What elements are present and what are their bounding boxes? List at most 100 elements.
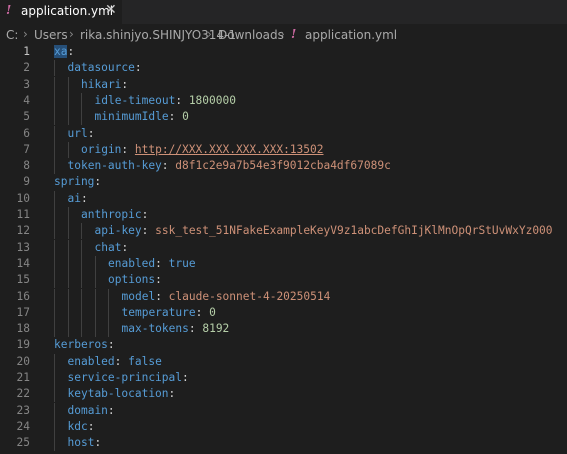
yaml-key: anthropic [81, 208, 142, 221]
yaml-separator: : [155, 256, 169, 270]
line-number: 20 [16, 354, 30, 368]
code-line[interactable]: 19 kerberos: [0, 337, 567, 353]
indent-guide [67, 141, 69, 158]
indent-guide [94, 255, 96, 272]
code-line[interactable]: 7 origin: http://XXX.XXX.XXX.XXX:13502 [0, 141, 567, 158]
close-icon[interactable]: ✕ [105, 2, 117, 18]
code-line[interactable]: 3 hikari: [0, 76, 567, 93]
yaml-separator: : [87, 419, 95, 433]
code-line[interactable]: 4 idle-timeout: 1800000 [0, 92, 567, 109]
indent-guide [54, 223, 55, 240]
indent-guide [54, 321, 55, 338]
code-text: anthropic: [81, 208, 148, 221]
yaml-separator: : [195, 305, 210, 319]
code-line[interactable]: 6 url: [0, 125, 567, 142]
code-line[interactable]: 21 service-principal: [0, 370, 567, 386]
breadcrumb-item-file[interactable]: application.yml [305, 28, 397, 42]
code-text: api-key: ssk_test_51NFakeExampleKeyV9z1a… [95, 224, 553, 237]
line-number: 24 [16, 419, 30, 433]
yaml-value: 0 [182, 110, 189, 124]
indent-guide [108, 321, 109, 338]
indent-guide [54, 402, 55, 419]
code-line[interactable]: 14 enabled: true [0, 255, 567, 272]
breadcrumb-item-user[interactable]: rika.shinjyo.SHINJYO314-1 [80, 28, 236, 42]
line-number: 4 [23, 93, 30, 107]
yaml-key: kerberos [54, 338, 108, 352]
line-number: 12 [16, 224, 30, 238]
code-line[interactable]: 11 anthropic: [0, 207, 567, 223]
breadcrumb-item-users[interactable]: Users [34, 28, 68, 42]
yaml-key: domain [67, 403, 108, 417]
code-line[interactable]: 9 spring: [0, 174, 567, 190]
breadcrumb-item-downloads[interactable]: Downloads [218, 28, 284, 42]
line-number: 5 [23, 110, 30, 124]
tab-bar: ! application.yml ✕ [0, 0, 567, 24]
indent-guide [54, 125, 55, 142]
yaml-separator: : [141, 224, 156, 238]
yaml-key: options [108, 273, 156, 287]
code-line[interactable]: 2 datasource: [0, 60, 567, 77]
code-line[interactable]: 10 ai: [0, 190, 567, 207]
code-editor[interactable]: 1 xa: 2 datasource: 3 hikari: 4 idle-timeout: 1… [0, 44, 567, 454]
line-number: 15 [16, 273, 30, 287]
yaml-value-link[interactable]: http://XXX.XXX.XXX.XXX:13502 [135, 143, 324, 156]
indent-guide [54, 255, 55, 272]
code-line[interactable]: 8 token-auth-key: d8f1c2e9a7b54e3f9012cba… [0, 158, 567, 175]
yaml-value: claude-sonnet-4-20250514 [168, 289, 331, 303]
yaml-key: service-principal [67, 371, 183, 384]
code-line[interactable]: 1 xa: [0, 44, 567, 60]
code-text: max-tokens: 8192 [122, 322, 230, 335]
indent-guide [54, 239, 55, 256]
code-line[interactable]: 22 keytab-location: [0, 386, 567, 403]
yaml-key: idle-timeout [94, 93, 176, 107]
code-line[interactable]: 15 options: [0, 272, 567, 289]
yaml-separator: : [182, 371, 189, 384]
indent-guide [54, 304, 55, 321]
indent-guide [67, 239, 69, 256]
indent-guide [108, 288, 109, 305]
code-line[interactable]: 20 enabled: false [0, 353, 567, 370]
yaml-separator: : [87, 126, 95, 140]
code-text: datasource: [68, 61, 142, 74]
yaml-icon: ! [291, 27, 297, 41]
code-line[interactable]: 23 domain: [0, 402, 567, 419]
chevron-right-icon: › [207, 27, 212, 41]
code-text: chat: [95, 241, 129, 254]
code-line[interactable]: 25 host: [0, 435, 567, 452]
code-line[interactable]: 18 max-tokens: 8192 [0, 321, 567, 338]
line-number: 1 [23, 45, 30, 58]
line-number: 23 [16, 403, 30, 417]
code-text: idle-timeout: 1800000 [95, 94, 236, 107]
indent-guide [67, 255, 69, 272]
yaml-key: minimumIdle [94, 110, 169, 124]
code-line[interactable]: 13 chat: [0, 239, 567, 256]
code-text: enabled: true [108, 257, 196, 270]
yaml-key: enabled [67, 354, 115, 368]
code-line[interactable]: 5 minimumIdle: 0 [0, 109, 567, 126]
yaml-key: xa [54, 45, 68, 58]
code-line[interactable]: 24 kdc: [0, 418, 567, 435]
code-text: kdc: [68, 420, 95, 433]
indent-guide [67, 223, 69, 240]
line-number: 8 [23, 159, 30, 173]
code-text: options: [108, 273, 162, 286]
indent-guide [54, 370, 55, 386]
chevron-right-icon: › [280, 27, 285, 41]
code-text: temperature: 0 [122, 306, 216, 319]
indent-guide [81, 288, 82, 305]
code-text: host: [68, 436, 102, 449]
code-text: xa: [54, 45, 74, 58]
yaml-value: 0 [209, 305, 216, 319]
indent-guide [94, 321, 96, 338]
line-number: 25 [16, 436, 30, 450]
code-line[interactable]: 17 temperature: 0 [0, 304, 567, 321]
yaml-key: api-key [94, 224, 142, 238]
code-line[interactable]: 16 model: claude-sonnet-4-20250514 [0, 288, 567, 305]
code-text: enabled: false [68, 355, 162, 368]
yaml-separator: : [80, 191, 88, 205]
yaml-key: keytab-location [67, 387, 169, 401]
breadcrumb-item-drive[interactable]: C: [6, 28, 18, 42]
tab-application-yml[interactable]: ! application.yml ✕ [0, 0, 122, 24]
yaml-value: ssk_test_51NFakeExampleKeyV9z1abcDefGhIj… [155, 224, 553, 238]
code-line[interactable]: 12 api-key: ssk_test_51NFakeExampleKeyV9z… [0, 223, 567, 240]
